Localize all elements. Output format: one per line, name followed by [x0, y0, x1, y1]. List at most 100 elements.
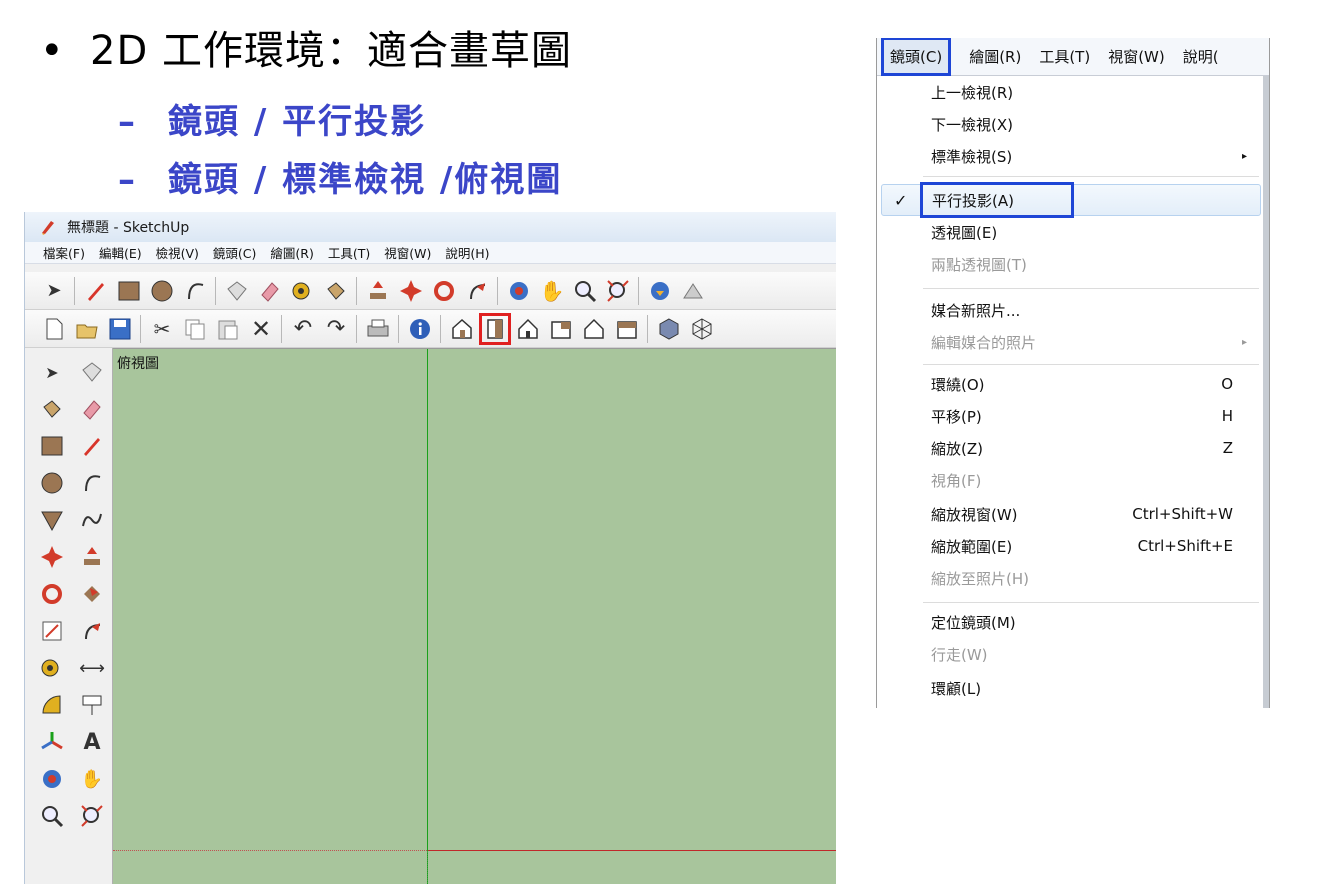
- menu-item-zoom-extents[interactable]: 縮放範圍(E) Ctrl+Shift+E: [877, 530, 1269, 562]
- model-info-icon[interactable]: [405, 314, 435, 344]
- tape-measure-icon[interactable]: [288, 276, 318, 306]
- move-icon[interactable]: [396, 276, 426, 306]
- right-view-icon[interactable]: [546, 314, 576, 344]
- menu-item-label: 環繞(O): [931, 375, 985, 394]
- zoom-extents-icon[interactable]: [603, 276, 633, 306]
- wireframe-icon[interactable]: [687, 314, 717, 344]
- menu-camera[interactable]: 鏡頭(C): [213, 243, 256, 262]
- zoom-extents-icon[interactable]: [75, 800, 109, 832]
- open-icon[interactable]: [72, 314, 102, 344]
- paint-bucket-icon[interactable]: [35, 393, 69, 425]
- pencil-icon[interactable]: [81, 276, 111, 306]
- delete-icon[interactable]: ✕: [246, 314, 276, 344]
- menu-view[interactable]: 檢視(V): [156, 243, 199, 262]
- pan-icon[interactable]: ✋: [537, 276, 567, 306]
- menu-help[interactable]: 說明(H): [445, 243, 489, 262]
- 3d-text-icon[interactable]: A: [75, 726, 109, 758]
- menu-help[interactable]: 說明(: [1183, 46, 1219, 67]
- menu-window[interactable]: 視窗(W): [1108, 46, 1165, 67]
- menu-item-label: 行走(W): [931, 645, 988, 664]
- arc-icon[interactable]: [75, 467, 109, 499]
- text-label-icon[interactable]: [75, 689, 109, 721]
- tape-measure-icon[interactable]: [35, 652, 69, 684]
- push-pull-icon[interactable]: [75, 541, 109, 573]
- xray-icon[interactable]: [654, 314, 684, 344]
- eraser-icon[interactable]: [75, 393, 109, 425]
- menu-draw[interactable]: 繪圖(R): [270, 243, 313, 262]
- rectangle-icon[interactable]: [114, 276, 144, 306]
- circle-icon[interactable]: [147, 276, 177, 306]
- pencil-icon[interactable]: [75, 430, 109, 462]
- circle-icon[interactable]: [35, 467, 69, 499]
- menu-item-look-around[interactable]: 環顧(L): [877, 672, 1269, 704]
- menu-item-perspective[interactable]: 透視圖(E): [877, 216, 1269, 248]
- offset-icon[interactable]: [75, 615, 109, 647]
- menu-item-previous-view[interactable]: 上一檢視(R): [877, 76, 1269, 108]
- pan-icon[interactable]: ✋: [75, 763, 109, 795]
- get-models-icon[interactable]: [645, 276, 675, 306]
- select-icon[interactable]: ➤: [35, 356, 69, 388]
- menu-item-two-point-perspective: 兩點透視圖(T): [877, 248, 1269, 280]
- new-icon[interactable]: [39, 314, 69, 344]
- make-component-icon[interactable]: [222, 276, 252, 306]
- copy-icon[interactable]: [180, 314, 210, 344]
- menu-item-parallel-projection[interactable]: ✓ 平行投影(A): [881, 182, 1261, 218]
- axes-icon[interactable]: [35, 726, 69, 758]
- save-icon[interactable]: [105, 314, 135, 344]
- sub-bullet-dash: –: [118, 160, 137, 200]
- follow-me-icon[interactable]: [462, 276, 492, 306]
- protractor-icon[interactable]: [35, 689, 69, 721]
- paint-bucket-icon[interactable]: [321, 276, 351, 306]
- menu-item-match-new-photo[interactable]: 媒合新照片...: [877, 294, 1269, 326]
- check-icon: ✓: [894, 190, 908, 210]
- menu-item-next-view[interactable]: 下一檢視(X): [877, 108, 1269, 140]
- drawing-viewport[interactable]: 俯視圖: [113, 348, 836, 884]
- sub-bullet: – 鏡頭 / 標準檢視 /俯視圖: [118, 152, 562, 201]
- scale-icon[interactable]: [35, 615, 69, 647]
- menu-item-label: 縮放範圍(E): [931, 537, 1013, 556]
- print-icon[interactable]: [363, 314, 393, 344]
- arc-icon[interactable]: [180, 276, 210, 306]
- menu-item-position-camera[interactable]: 定位鏡頭(M): [877, 606, 1269, 638]
- push-pull-icon[interactable]: [363, 276, 393, 306]
- zoom-icon[interactable]: [35, 800, 69, 832]
- menu-item-walk: 行走(W): [877, 638, 1269, 670]
- rectangle-icon[interactable]: [35, 430, 69, 462]
- polygon-icon[interactable]: [35, 504, 69, 536]
- move-icon[interactable]: [35, 541, 69, 573]
- menu-camera[interactable]: 鏡頭(C): [881, 38, 952, 76]
- menu-tools[interactable]: 工具(T): [328, 243, 370, 262]
- menu-item-standard-views[interactable]: 標準檢視(S) ▸: [877, 140, 1269, 172]
- bullet-dot: •: [40, 28, 65, 74]
- follow-me-icon[interactable]: [75, 578, 109, 610]
- iso-view-icon[interactable]: [447, 314, 477, 344]
- select-icon[interactable]: ➤: [39, 276, 69, 306]
- menu-file[interactable]: 檔案(F): [43, 243, 85, 262]
- rotate-icon[interactable]: [35, 578, 69, 610]
- dimension-icon[interactable]: ⟷: [75, 652, 109, 684]
- top-view-icon[interactable]: [479, 312, 511, 345]
- left-view-icon[interactable]: [612, 314, 642, 344]
- orbit-icon[interactable]: [35, 763, 69, 795]
- eraser-icon[interactable]: [255, 276, 285, 306]
- menu-item-zoom[interactable]: 縮放(Z) Z: [877, 432, 1269, 464]
- menu-tools[interactable]: 工具(T): [1039, 46, 1090, 67]
- rotate-icon[interactable]: [429, 276, 459, 306]
- paste-icon[interactable]: [213, 314, 243, 344]
- menu-draw[interactable]: 繪圖(R): [969, 46, 1021, 67]
- menu-edit[interactable]: 編輯(E): [99, 243, 142, 262]
- back-view-icon[interactable]: [579, 314, 609, 344]
- cut-icon[interactable]: ✂: [147, 314, 177, 344]
- zoom-icon[interactable]: [570, 276, 600, 306]
- undo-icon[interactable]: ↶: [288, 314, 318, 344]
- freehand-icon[interactable]: [75, 504, 109, 536]
- menu-item-orbit[interactable]: 環繞(O) O: [877, 368, 1269, 400]
- orbit-icon[interactable]: [504, 276, 534, 306]
- menu-item-pan[interactable]: 平移(P) H: [877, 400, 1269, 432]
- menu-item-zoom-window[interactable]: 縮放視窗(W) Ctrl+Shift+W: [877, 498, 1269, 530]
- redo-icon[interactable]: ↷: [321, 314, 351, 344]
- make-component-icon[interactable]: [75, 356, 109, 388]
- share-model-icon[interactable]: [678, 276, 708, 306]
- menu-window[interactable]: 視窗(W): [384, 243, 431, 262]
- front-view-icon[interactable]: [513, 314, 543, 344]
